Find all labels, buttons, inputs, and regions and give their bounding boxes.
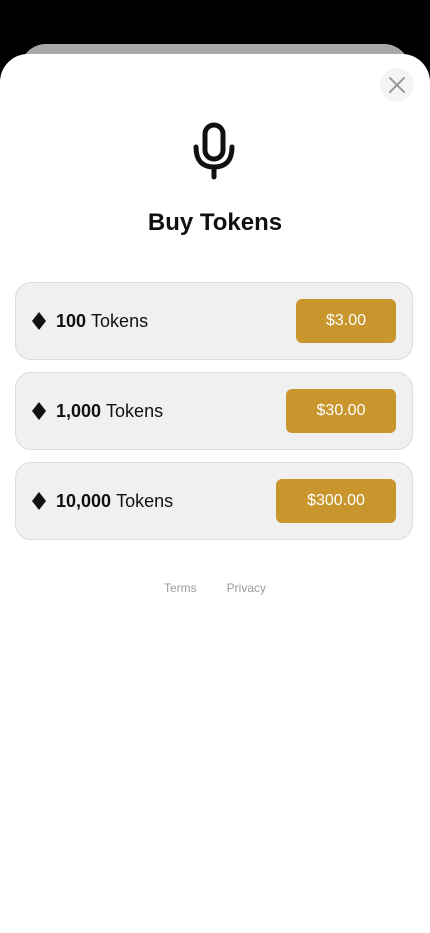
microphone-icon [193, 122, 235, 180]
microphone-icon-container [189, 120, 239, 184]
buy-100-tokens-button[interactable]: $3.00 [296, 299, 396, 343]
buy-1000-tokens-button[interactable]: $30.00 [286, 389, 396, 433]
diamond-icon [32, 492, 46, 510]
token-package-card: 10,000 Tokens $300.00 [15, 462, 413, 540]
token-amount: 1,000 [56, 400, 102, 421]
terms-link[interactable]: Terms [164, 580, 197, 596]
token-unit: Tokens [106, 400, 164, 421]
token-package-card: 1,000 Tokens $30.00 [15, 372, 413, 450]
diamond-icon [32, 402, 46, 420]
footer-links: Terms Privacy [0, 580, 430, 596]
privacy-link[interactable]: Privacy [227, 580, 266, 596]
package-label: 10,000 Tokens [56, 463, 173, 539]
package-label: 100 Tokens [56, 283, 148, 359]
diamond-icon [32, 312, 46, 330]
token-amount: 10,000 [56, 490, 112, 511]
buy-10000-tokens-button[interactable]: $300.00 [276, 479, 396, 523]
close-icon [389, 77, 405, 93]
page-title: Buy Tokens [147, 209, 283, 236]
token-unit: Tokens [116, 490, 174, 511]
token-package-card: 100 Tokens $3.00 [15, 282, 413, 360]
token-amount: 100 [56, 310, 87, 331]
close-button[interactable] [380, 68, 414, 102]
package-label: 1,000 Tokens [56, 373, 163, 449]
token-unit: Tokens [91, 310, 149, 331]
